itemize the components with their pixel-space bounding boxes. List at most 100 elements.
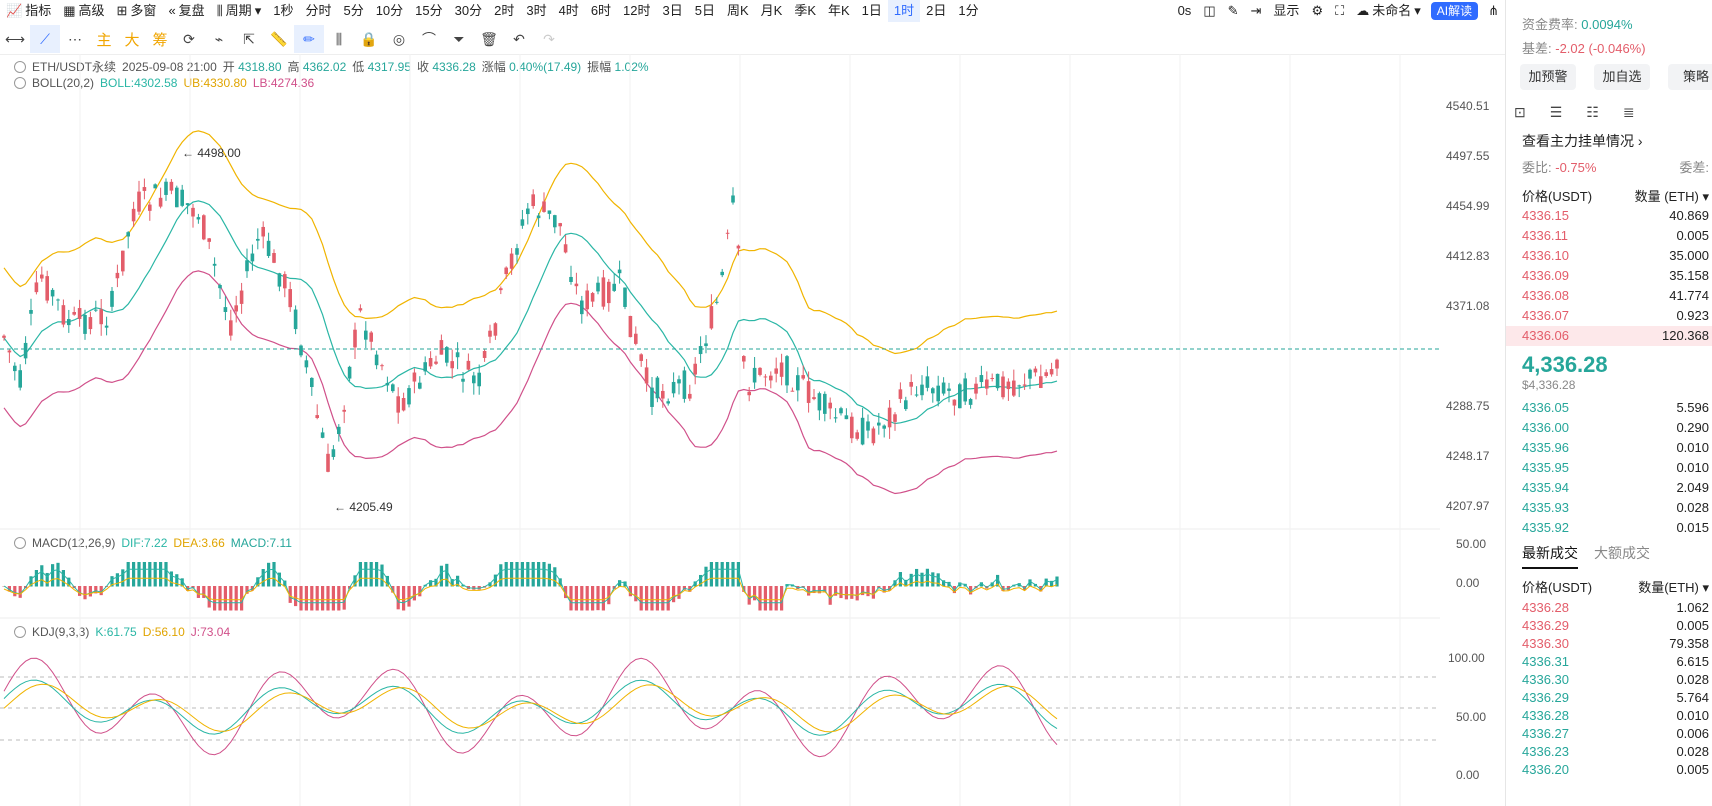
multiwindow-button[interactable]: ⊞ 多窗 bbox=[111, 0, 163, 22]
tab-large-trades[interactable]: 大额成交 bbox=[1594, 543, 1650, 569]
camera-icon[interactable]: ◫ bbox=[1197, 0, 1221, 22]
eye-icon[interactable]: ◎ bbox=[384, 25, 414, 53]
exit-icon[interactable]: ⇥ bbox=[1245, 0, 1268, 22]
cloud-layout-button[interactable]: ☁ 未命名 ▾ bbox=[1350, 0, 1427, 22]
candle-body bbox=[607, 281, 611, 304]
trade-row[interactable]: 4336.31 6.615 bbox=[1522, 654, 1709, 669]
period-15m[interactable]: 15分 bbox=[409, 0, 448, 22]
settings-icon[interactable]: ⚙ bbox=[1305, 0, 1329, 22]
sync-icon[interactable]: ⟳ bbox=[174, 25, 204, 53]
candle-body bbox=[661, 390, 665, 399]
lock-icon[interactable]: 🔒 bbox=[354, 25, 384, 53]
ask-row[interactable]: 4336.11 0.005 bbox=[1522, 228, 1709, 243]
bid-row[interactable]: 4336.00 0.290 bbox=[1522, 420, 1709, 435]
trade-row[interactable]: 4336.20 0.005 bbox=[1522, 762, 1709, 777]
book-view-list-icon[interactable]: ≣ bbox=[1623, 104, 1635, 121]
trade-row[interactable]: 4336.29 0.005 bbox=[1522, 618, 1709, 633]
trade-row[interactable]: 4336.23 0.028 bbox=[1522, 744, 1709, 759]
ask-row[interactable]: 4336.15 40.869 bbox=[1522, 208, 1709, 223]
book-view-both-icon[interactable]: ⊡ bbox=[1514, 104, 1526, 121]
trade-row[interactable]: 4336.30 0.028 bbox=[1522, 672, 1709, 687]
bid-row[interactable]: 4335.96 0.010 bbox=[1522, 440, 1709, 455]
book-view-bids-icon[interactable]: ☰ bbox=[1550, 104, 1563, 121]
period-1min[interactable]: 1分 bbox=[952, 0, 984, 22]
period-month[interactable]: 月K bbox=[755, 0, 789, 22]
trade-row[interactable]: 4336.28 1.062 bbox=[1522, 600, 1709, 615]
candles-icon[interactable]: ⫼ bbox=[324, 25, 354, 53]
share-icon[interactable]: ⋔ bbox=[1482, 0, 1505, 22]
period-year[interactable]: 年K bbox=[822, 0, 856, 22]
large-order-toggle[interactable]: 大 bbox=[118, 25, 146, 53]
period-week[interactable]: 周K bbox=[721, 0, 755, 22]
filter-icon[interactable]: ⏷ bbox=[444, 25, 474, 53]
add-watchlist-button[interactable]: 加自选 bbox=[1594, 64, 1650, 90]
chart-icon: 📈 bbox=[6, 3, 23, 18]
depth-link[interactable]: 查看主力挂单情况 › bbox=[1522, 131, 1709, 151]
trash-icon[interactable]: 🗑 bbox=[474, 25, 504, 53]
period-1d[interactable]: 1日 bbox=[856, 0, 888, 22]
candle-body bbox=[693, 363, 697, 375]
period-timeshare[interactable]: 分时 bbox=[299, 0, 337, 22]
main-chart-toggle[interactable]: 主 bbox=[90, 25, 118, 53]
period-3h[interactable]: 3时 bbox=[520, 0, 552, 22]
trade-row[interactable]: 4336.27 0.006 bbox=[1522, 726, 1709, 741]
undo-icon[interactable]: ↶ bbox=[504, 25, 534, 53]
bid-row[interactable]: 4336.05 5.596 bbox=[1522, 400, 1709, 415]
tab-latest-trades[interactable]: 最新成交 bbox=[1522, 543, 1578, 569]
ai-analysis-button[interactable]: AI解读 bbox=[1430, 2, 1479, 20]
horizontal-line-tool-icon[interactable]: ⟷ bbox=[0, 25, 30, 53]
candle-body bbox=[99, 309, 103, 325]
period-5d[interactable]: 5日 bbox=[689, 0, 721, 22]
period-1s[interactable]: 1秒 bbox=[267, 0, 299, 22]
brush-icon[interactable]: ⌒ bbox=[414, 25, 444, 53]
fullscreen-icon[interactable]: ⛶ bbox=[1329, 0, 1350, 22]
trend-line-tool-icon[interactable]: ⟋ bbox=[30, 25, 60, 53]
candle-body bbox=[828, 402, 832, 409]
replay-button[interactable]: «复盘 bbox=[162, 0, 210, 22]
chip-toggle[interactable]: 筹 bbox=[146, 25, 174, 53]
indicator-button[interactable]: 📈 指标 bbox=[0, 0, 57, 22]
ask-row[interactable]: 4336.07 0.923 bbox=[1522, 308, 1709, 323]
basis-row: 基差: -2.02 (-0.046%) bbox=[1522, 41, 1646, 56]
book-view-asks-icon[interactable]: ☷ bbox=[1586, 104, 1599, 121]
ask-row[interactable]: 4336.10 35.000 bbox=[1522, 248, 1709, 263]
strategy-button[interactable]: 策略 bbox=[1668, 64, 1712, 90]
edit-icon[interactable]: ✎ bbox=[1222, 0, 1245, 22]
candle-body bbox=[968, 399, 973, 405]
kline-chart[interactable] bbox=[0, 54, 1440, 806]
period-3d[interactable]: 3日 bbox=[657, 0, 689, 22]
bid-row[interactable]: 4335.95 0.010 bbox=[1522, 460, 1709, 475]
bid-row[interactable]: 4335.94 2.049 bbox=[1522, 480, 1709, 495]
trade-row[interactable]: 4336.29 5.764 bbox=[1522, 690, 1709, 705]
price-axis-label: 4371.08 bbox=[1446, 299, 1490, 313]
redo-icon[interactable]: ↷ bbox=[534, 25, 564, 53]
period-6h[interactable]: 6时 bbox=[585, 0, 617, 22]
display-button[interactable]: 显示 bbox=[1267, 0, 1305, 22]
period-quarter[interactable]: 季K bbox=[788, 0, 822, 22]
ruler-icon[interactable]: 📏 bbox=[264, 25, 294, 53]
cursor-icon[interactable]: ⇱ bbox=[234, 25, 264, 53]
period-12h[interactable]: 12时 bbox=[617, 0, 656, 22]
candle-body bbox=[720, 271, 724, 276]
advanced-button[interactable]: ▦ 高级 bbox=[57, 0, 110, 22]
candle-body bbox=[1055, 359, 1059, 369]
add-alert-button[interactable]: 加预警 bbox=[1520, 64, 1576, 90]
trade-row[interactable]: 4336.28 0.010 bbox=[1522, 708, 1709, 723]
more-tools-icon[interactable]: ⋯ bbox=[60, 25, 90, 53]
period-2h[interactable]: 2时 bbox=[488, 0, 520, 22]
period-2d[interactable]: 2日 bbox=[920, 0, 952, 22]
period-dropdown[interactable]: ⫼ 周期 ▾ bbox=[211, 0, 268, 22]
bid-row[interactable]: 4335.93 0.028 bbox=[1522, 500, 1709, 515]
period-1h[interactable]: 1时 bbox=[887, 0, 921, 22]
period-5m[interactable]: 5分 bbox=[337, 0, 369, 22]
ask-row[interactable]: 4336.09 35.158 bbox=[1522, 268, 1709, 283]
period-30m[interactable]: 30分 bbox=[449, 0, 488, 22]
period-4h[interactable]: 4时 bbox=[553, 0, 585, 22]
ask-row[interactable]: 4336.08 41.774 bbox=[1522, 288, 1709, 303]
magnet-icon[interactable]: ⌁ bbox=[204, 25, 234, 53]
trade-row[interactable]: 4336.30 79.358 bbox=[1522, 636, 1709, 651]
period-10m[interactable]: 10分 bbox=[370, 0, 409, 22]
pencil-icon[interactable]: ✏ bbox=[294, 25, 324, 53]
bid-row[interactable]: 4335.92 0.015 bbox=[1522, 520, 1709, 535]
ask-row[interactable]: 4336.06 120.368 bbox=[1522, 328, 1709, 343]
